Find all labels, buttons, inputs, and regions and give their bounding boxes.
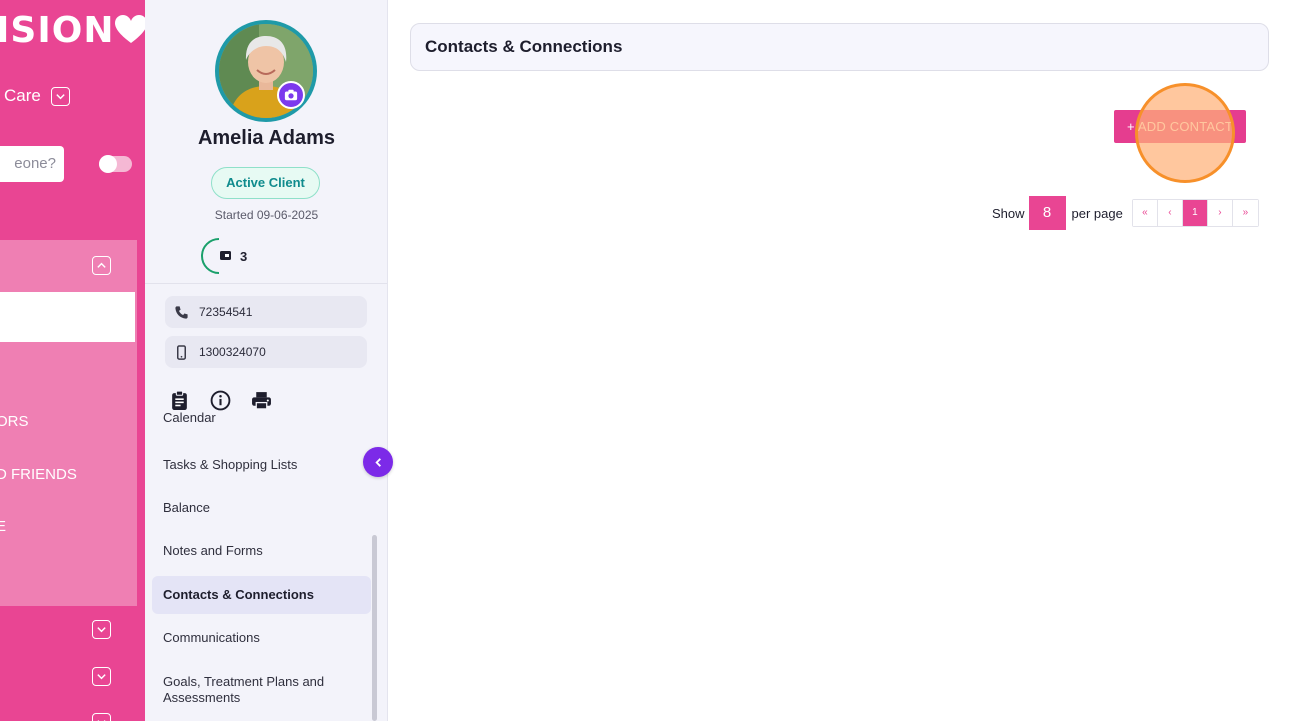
show-label: Show bbox=[992, 205, 1025, 221]
phone-number[interactable]: 72354541 bbox=[165, 296, 367, 328]
collapse-sidebar-button[interactable] bbox=[363, 447, 393, 477]
started-date: Started 09-06-2025 bbox=[214, 208, 319, 222]
budget-count: 3 bbox=[240, 249, 248, 264]
client-name: Amelia Adams bbox=[197, 127, 336, 149]
prev-page-button[interactable]: ‹ bbox=[1157, 200, 1183, 226]
per-page-select[interactable]: 8 bbox=[1028, 196, 1066, 230]
chevron-down-icon[interactable] bbox=[50, 86, 70, 106]
chevron-up-icon[interactable] bbox=[92, 256, 111, 275]
phone-icon bbox=[175, 305, 188, 319]
scrollbar-thumb[interactable] bbox=[372, 535, 377, 721]
heart-icon bbox=[115, 15, 145, 43]
mobile-text: 1300324070 bbox=[199, 345, 266, 359]
menu-item-ors[interactable]: ORS bbox=[0, 413, 29, 430]
budget-progress-ring bbox=[201, 238, 231, 274]
add-contact-button[interactable]: + ADD CONTACT bbox=[1114, 110, 1246, 143]
mobile-icon bbox=[177, 344, 186, 360]
nav-item-contacts-connections[interactable]: Contacts & Connections bbox=[152, 576, 371, 614]
chevron-down-icon[interactable] bbox=[92, 667, 111, 686]
page-1-button[interactable]: 1 bbox=[1182, 200, 1208, 226]
chevron-down-icon[interactable] bbox=[92, 713, 111, 721]
per-page-label: per page bbox=[1071, 205, 1123, 221]
nav-item-balance[interactable]: Balance bbox=[152, 489, 371, 527]
client-profile-panel: Amelia Adams Active Client Started 09-06… bbox=[145, 0, 388, 721]
status-badge: Active Client bbox=[211, 167, 320, 199]
nav-item-notes-forms[interactable]: Notes and Forms bbox=[152, 532, 371, 570]
phone-text: 72354541 bbox=[199, 305, 253, 319]
menu-item-e[interactable]: E bbox=[0, 518, 6, 535]
next-page-button[interactable]: › bbox=[1207, 200, 1233, 226]
chevron-down-icon[interactable] bbox=[92, 620, 111, 639]
search-input[interactable]: eone? bbox=[0, 146, 64, 182]
mobile-number[interactable]: 1300324070 bbox=[165, 336, 367, 368]
pager: « ‹ 1 › » bbox=[1131, 199, 1259, 227]
brand-logo-text: ISION bbox=[0, 10, 115, 51]
nav-item-communications[interactable]: Communications bbox=[152, 619, 371, 657]
camera-icon[interactable] bbox=[277, 81, 305, 109]
care-selector[interactable]: Care bbox=[4, 86, 70, 106]
divider bbox=[145, 283, 387, 284]
nav-item-calendar[interactable]: Calendar bbox=[152, 404, 371, 426]
care-label: Care bbox=[4, 86, 41, 105]
menu-item-friends[interactable]: D FRIENDS bbox=[0, 466, 77, 483]
left-navigation: ISIONN Care eone? ORS D FRIENDS E bbox=[0, 0, 145, 721]
first-page-button[interactable]: « bbox=[1132, 200, 1158, 226]
chevron-left-icon bbox=[374, 457, 381, 467]
pagination-bar: Show 8 per page « ‹ 1 › » bbox=[992, 196, 1259, 230]
nav-item-tasks[interactable]: Tasks & Shopping Lists bbox=[152, 446, 371, 484]
page-title: Contacts & Connections bbox=[410, 23, 1269, 71]
menu-highlight-row[interactable] bbox=[0, 292, 135, 342]
nav-item-goals[interactable]: Goals, Treatment Plans and Assessments bbox=[152, 669, 371, 711]
brand-logo[interactable]: ISIONN bbox=[0, 10, 145, 51]
last-page-button[interactable]: » bbox=[1232, 200, 1258, 226]
toggle-knob bbox=[99, 155, 117, 173]
toggle-switch[interactable] bbox=[99, 155, 132, 173]
avatar[interactable] bbox=[215, 20, 317, 122]
